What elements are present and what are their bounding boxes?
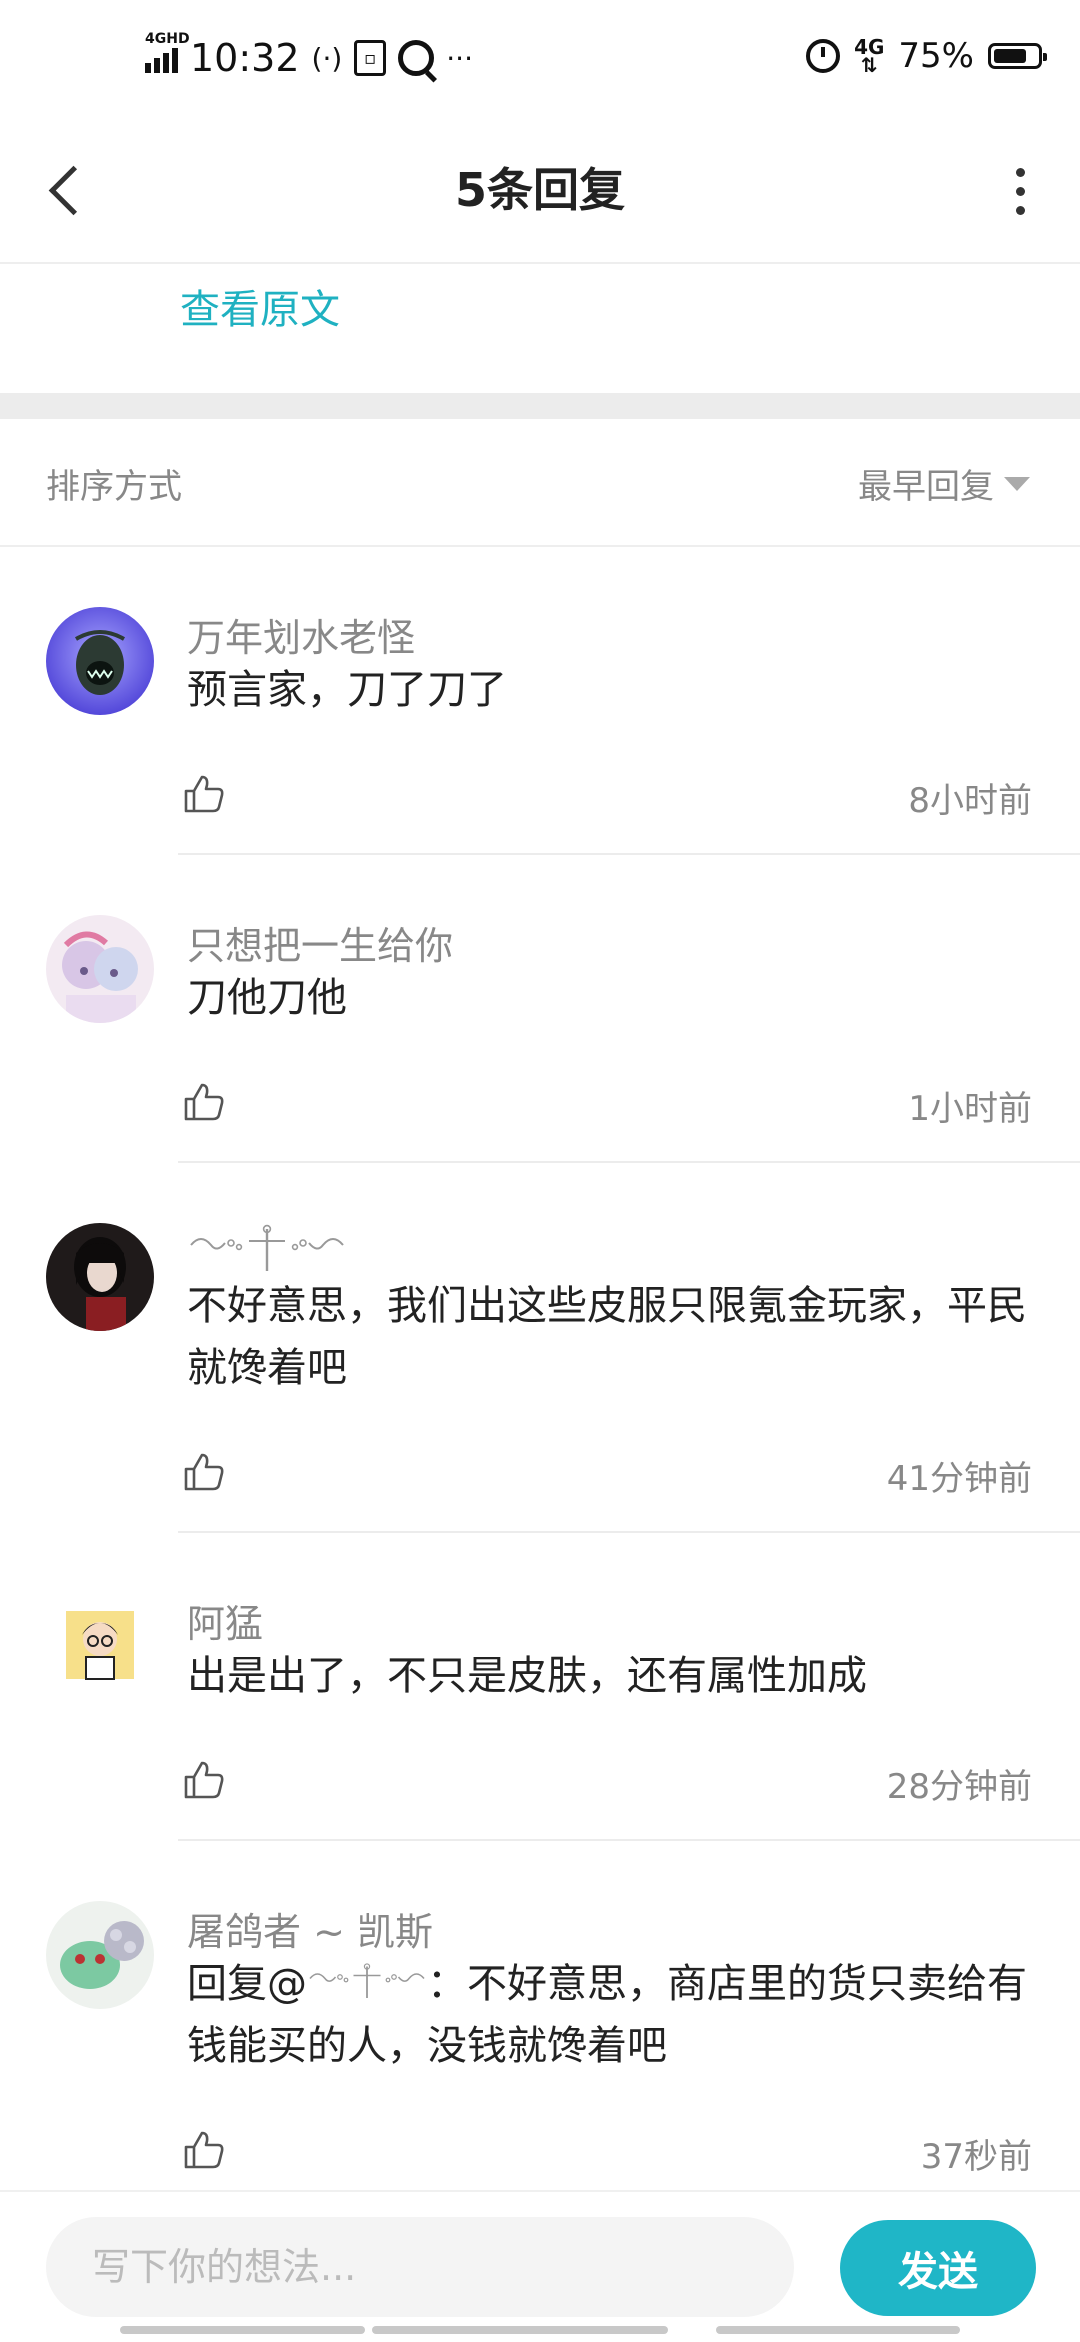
comment-time: 1小时前 — [908, 1089, 1032, 1129]
avatar[interactable] — [46, 915, 154, 1023]
status-time: 10:32 — [190, 36, 300, 80]
comment-item: 屠鸽者 ~ 凯斯 回复@ ：不好意思，商店里的货只卖给有钱能买的人，没钱就馋着吧… — [0, 1839, 1080, 2189]
alarm-icon — [806, 39, 841, 73]
system-nav-bar — [120, 2326, 365, 2334]
system-nav-bar — [716, 2326, 960, 2334]
sort-value: 最早回复 — [858, 467, 994, 507]
more-dot-icon — [1015, 205, 1025, 215]
comment-author[interactable]: 阿猛 — [187, 1593, 263, 1648]
section-divider — [0, 393, 1080, 419]
avatar[interactable] — [46, 1593, 154, 1701]
comment-text: 回复@ ：不好意思，商店里的货只卖给有钱能买的人，没钱就馋着吧 — [187, 1953, 1032, 2077]
comment-text: 预言家，刀了刀了 — [187, 667, 507, 713]
reply-prefix: 回复@ — [187, 1961, 307, 2007]
top-app-bar: 5条回复 — [0, 120, 1080, 264]
sim-icon: ▫ — [354, 40, 387, 76]
comment-time: 37秒前 — [920, 2137, 1032, 2177]
more-notifications-icon: ··· — [446, 41, 473, 75]
avatar[interactable] — [46, 1901, 154, 2009]
hotspot-icon: (·) — [311, 41, 343, 75]
more-dot-icon — [1015, 186, 1025, 196]
sort-dropdown[interactable]: 最早回复 — [858, 459, 1030, 508]
thumbs-up-icon[interactable] — [182, 771, 226, 815]
thumbs-up-icon[interactable] — [182, 1079, 226, 1123]
comment-text: 出是出了，不只是皮肤，还有属性加成 — [187, 1653, 867, 1699]
thumbs-up-icon[interactable] — [182, 2127, 226, 2171]
comment-item: 只想把一生给你 刀他刀他 1小时前 — [0, 853, 1080, 1163]
view-original-link[interactable]: 查看原文 — [180, 280, 340, 340]
dropdown-caret-icon — [1004, 476, 1030, 491]
comment-item: 不好意思，我们出这些皮服只限氪金玩家，平民就馋着吧 41分钟前 — [0, 1161, 1080, 1533]
battery-icon — [988, 43, 1047, 69]
comment-author[interactable]: 屠鸽者 ~ 凯斯 — [187, 1901, 433, 1956]
more-options-button[interactable] — [1000, 156, 1040, 226]
ornament-username-icon — [190, 1224, 344, 1271]
comment-author[interactable]: 只想把一生给你 — [187, 915, 453, 970]
thumbs-up-icon[interactable] — [182, 1449, 226, 1493]
reply-input-bar: 发送 — [0, 2190, 1080, 2342]
page-title: 5条回复 — [454, 163, 625, 217]
network-4g-icon: 4G ⇅ — [854, 35, 885, 77]
comment-time: 41分钟前 — [886, 1459, 1032, 1499]
ornament-username-icon[interactable] — [307, 1957, 427, 2003]
cellular-signal-icon: 4GHD — [145, 31, 190, 73]
comment-text: 不好意思，我们出这些皮服只限氪金玩家，平民就馋着吧 — [187, 1283, 1027, 1391]
comment-text: 刀他刀他 — [187, 975, 347, 1021]
sort-label: 排序方式 — [46, 467, 182, 507]
thumbs-up-icon[interactable] — [182, 1757, 226, 1801]
status-bar: 4GHD 10:32 (·) ▫ ··· 4G ⇅ 75% — [0, 0, 1080, 120]
comment-time: 28分钟前 — [886, 1767, 1032, 1807]
sort-bar: 排序方式 最早回复 — [0, 419, 1080, 547]
avatar[interactable] — [46, 607, 154, 715]
comment-item: 万年划水老怪 预言家，刀了刀了 8小时前 — [0, 545, 1080, 855]
avatar[interactable] — [46, 1223, 154, 1331]
app-notification-icon — [398, 40, 435, 76]
more-dot-icon — [1015, 167, 1025, 177]
comment-item: 阿猛 出是出了，不只是皮肤，还有属性加成 28分钟前 — [0, 1531, 1080, 1841]
battery-percent: 75% — [898, 36, 974, 76]
send-button[interactable]: 发送 — [840, 2220, 1036, 2316]
reply-input[interactable] — [46, 2217, 794, 2317]
comment-time: 8小时前 — [908, 781, 1032, 821]
comment-author[interactable]: 万年划水老怪 — [187, 607, 415, 662]
system-nav-bar — [372, 2326, 668, 2334]
